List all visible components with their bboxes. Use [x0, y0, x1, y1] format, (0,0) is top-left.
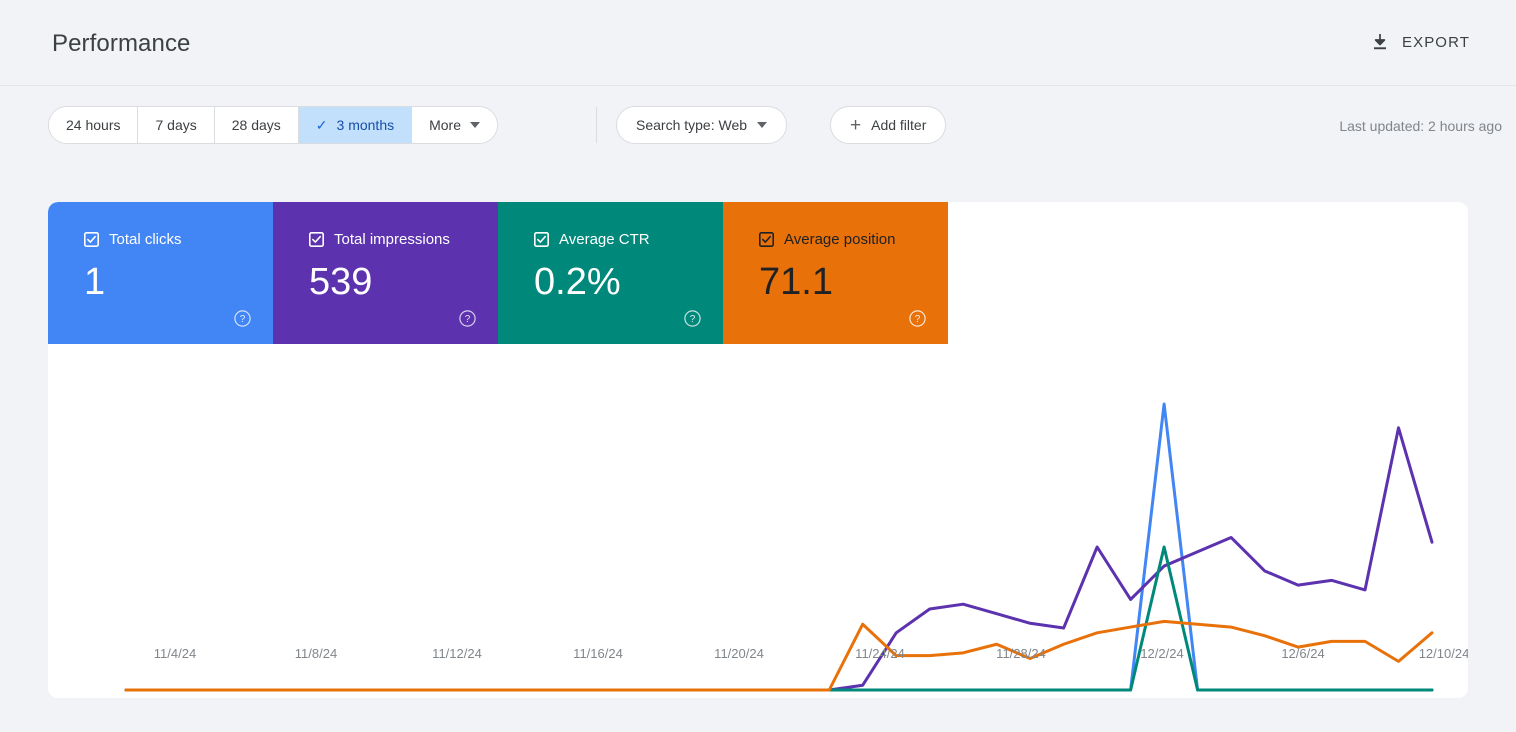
checkbox-checked-icon[interactable]: [309, 232, 324, 247]
date-range-3-months[interactable]: ✓ 3 months: [299, 107, 412, 143]
toolbar-divider: [596, 107, 597, 143]
metric-header: Average CTR: [534, 232, 723, 247]
add-filter-button[interactable]: + Add filter: [830, 106, 946, 144]
date-range-more-label: More: [429, 117, 461, 133]
metric-label: Total impressions: [334, 232, 450, 247]
last-updated-text: Last updated: 2 hours ago: [1339, 118, 1502, 134]
metric-card-total-clicks[interactable]: Total clicks 1 ?: [48, 202, 273, 344]
date-range-more[interactable]: More: [412, 107, 497, 143]
date-range-3-months-label: 3 months: [337, 117, 395, 133]
chevron-down-icon: [757, 122, 767, 128]
metric-cards: Total clicks 1 ?: [48, 202, 948, 344]
export-button[interactable]: EXPORT: [1364, 28, 1476, 56]
metric-card-total-impressions[interactable]: Total impressions 539 ?: [273, 202, 498, 344]
metric-header: Average position: [759, 232, 948, 247]
download-icon: [1370, 32, 1390, 52]
checkbox-checked-icon[interactable]: [84, 232, 99, 247]
chevron-down-icon: [470, 122, 480, 128]
x-axis-label: 12/6/24: [1281, 646, 1324, 661]
date-range-28-days[interactable]: 28 days: [215, 107, 299, 143]
page-title: Performance: [52, 30, 191, 58]
metric-header: Total clicks: [84, 232, 273, 247]
metric-label: Total clicks: [109, 232, 182, 247]
metric-value: 539: [309, 263, 372, 301]
performance-page: Performance EXPORT 24 hours 7 days 28 da…: [0, 0, 1516, 732]
help-icon[interactable]: ?: [459, 310, 476, 327]
x-axis-label: 11/8/24: [295, 646, 337, 661]
metric-card-average-position[interactable]: Average position 71.1 ?: [723, 202, 948, 344]
svg-text:?: ?: [690, 314, 696, 325]
help-icon[interactable]: ?: [234, 310, 251, 327]
metric-label: Average CTR: [559, 232, 650, 247]
chart-svg: [48, 344, 1468, 698]
svg-text:?: ?: [240, 314, 246, 325]
help-icon[interactable]: ?: [909, 310, 926, 327]
metric-value: 1: [84, 263, 105, 301]
metric-value: 0.2%: [534, 263, 621, 301]
metric-card-average-ctr[interactable]: Average CTR 0.2% ?: [498, 202, 723, 344]
x-axis-label: 12/10/24: [1419, 646, 1468, 661]
x-axis-label: 11/20/24: [714, 646, 764, 661]
plus-icon: +: [850, 116, 861, 135]
metric-label: Average position: [784, 232, 895, 247]
date-range-7-days-label: 7 days: [155, 117, 196, 133]
date-range-24-hours-label: 24 hours: [66, 117, 120, 133]
metric-header: Total impressions: [309, 232, 498, 247]
date-range-7-days[interactable]: 7 days: [138, 107, 214, 143]
export-label: EXPORT: [1402, 34, 1470, 51]
checkbox-checked-icon[interactable]: [759, 232, 774, 247]
performance-line-chart[interactable]: 11/4/24 11/8/24 11/12/24 11/16/24 11/20/24 11…: [48, 344, 1468, 698]
date-range-24-hours[interactable]: 24 hours: [49, 107, 138, 143]
filters-toolbar: 24 hours 7 days 28 days ✓ 3 months More …: [0, 86, 1516, 166]
x-axis-label: 11/16/24: [573, 646, 623, 661]
search-type-filter-button[interactable]: Search type: Web: [616, 106, 787, 144]
search-type-label: Search type: Web: [636, 117, 747, 133]
date-range-28-days-label: 28 days: [232, 117, 281, 133]
x-axis-label: 11/28/24: [996, 646, 1046, 661]
page-header: Performance EXPORT: [0, 0, 1516, 86]
svg-text:?: ?: [915, 314, 921, 325]
x-axis-label: 11/24/24: [855, 646, 905, 661]
check-icon: ✓: [316, 118, 328, 132]
svg-text:?: ?: [465, 314, 471, 325]
date-range-segmented-control[interactable]: 24 hours 7 days 28 days ✓ 3 months More: [48, 106, 498, 144]
x-axis-label: 11/12/24: [432, 646, 482, 661]
performance-chart-card: Total clicks 1 ?: [48, 202, 1468, 698]
help-icon[interactable]: ?: [684, 310, 701, 327]
chart-x-axis-labels: 11/4/24 11/8/24 11/12/24 11/16/24 11/20/24 11…: [48, 646, 1468, 676]
checkbox-checked-icon[interactable]: [534, 232, 549, 247]
x-axis-label: 12/2/24: [1140, 646, 1183, 661]
metric-value: 71.1: [759, 263, 833, 301]
add-filter-label: Add filter: [871, 117, 926, 133]
x-axis-label: 11/4/24: [154, 646, 196, 661]
